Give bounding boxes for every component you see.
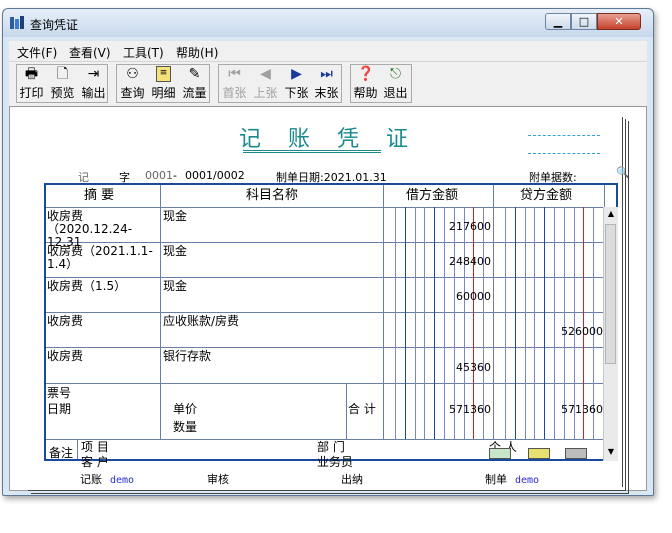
maker-field: 制单 demo	[485, 473, 540, 486]
number-dash: -	[173, 169, 177, 182]
next-icon: ▶	[291, 66, 302, 82]
salesperson-label: 业务员	[317, 455, 354, 469]
dash-line	[528, 135, 600, 136]
row-debit: 60000	[456, 290, 491, 303]
cashier-label: 出纳	[341, 473, 363, 486]
scroll-down-icon[interactable]: ▼	[606, 447, 616, 459]
export-button[interactable]: ⇥ 输出	[79, 65, 108, 100]
last-voucher-button[interactable]: ⏭ 末张	[312, 65, 341, 100]
divider	[346, 383, 347, 439]
ticket-number-label: 票号	[47, 386, 72, 400]
prev-icon: ◀	[260, 66, 271, 82]
header-credit: 贷方金额	[520, 188, 573, 203]
query-voucher-window: 查询凭证 ▁ □ ✕ 文件(F) 查看(V) 工具(T) 帮助(H) 🖶 打印 🗋…	[2, 8, 654, 496]
total-label: 合 计	[348, 402, 376, 416]
row-summary: 收房费	[47, 314, 84, 328]
menu-help[interactable]: 帮助(H)	[176, 44, 218, 61]
exit-button[interactable]: ⎋ 退出	[381, 65, 410, 100]
header-debit: 借方金额	[406, 188, 459, 203]
header-account: 科目名称	[246, 188, 299, 203]
help-icon: ❓	[357, 66, 375, 82]
customer-label: 客 户	[81, 455, 109, 469]
cashflow-icon: ✎	[188, 66, 201, 82]
scroll-thumb[interactable]	[605, 224, 616, 364]
header-summary: 摘 要	[84, 188, 115, 203]
title-underline	[243, 150, 381, 153]
department-label: 部 门	[317, 440, 345, 454]
print-button[interactable]: 🖶 打印	[17, 65, 46, 100]
detail-button[interactable]: ≡ 明细	[149, 65, 178, 100]
minimize-button[interactable]: ▁	[545, 13, 571, 30]
menu-view[interactable]: 查看(V)	[69, 44, 111, 61]
export-icon: ⇥	[87, 66, 100, 82]
app-icon	[10, 16, 24, 29]
query-button[interactable]: ⚇ 查询	[118, 65, 147, 100]
divider	[46, 277, 604, 278]
row-account: 现金	[163, 244, 188, 258]
row-debit: 45360	[456, 361, 491, 374]
title-bar[interactable]: 查询凭证 ▁ □ ✕	[3, 9, 653, 37]
dash-line	[528, 153, 600, 154]
magnifier-icon[interactable]: 🔍	[616, 166, 630, 179]
voucher-title: 记 账 凭 证	[239, 127, 418, 152]
preview-icon: 🗋	[56, 66, 69, 82]
voucher-view: 记 账 凭 证 记 字 0001 - 0001/0002 制单日期:2021.0…	[9, 106, 647, 494]
menu-file[interactable]: 文件(F)	[17, 44, 57, 61]
notes-label: 备注	[49, 446, 74, 460]
project-label: 项 目	[81, 440, 109, 454]
prev-voucher-button[interactable]: ◀ 上张	[251, 65, 280, 100]
cashflow-button[interactable]: ✎ 流量	[180, 65, 209, 100]
next-voucher-button[interactable]: ▶ 下张	[282, 65, 311, 100]
divider	[604, 185, 605, 207]
total-credit: 571360	[561, 403, 603, 416]
window-title: 查询凭证	[30, 18, 79, 32]
voucher-number-prefix: 0001	[145, 169, 173, 182]
help-button[interactable]: ❓ 帮助	[351, 65, 380, 100]
quantity-label: 数量	[173, 420, 198, 434]
detail-icon: ≡	[156, 66, 171, 82]
row-summary: 收房费（2021.1.1-1.4）	[47, 244, 153, 271]
maximize-button[interactable]: □	[571, 13, 597, 30]
toolbar: 🖶 打印 🗋 预览 ⇥ 输出 ⚇ 查询 ≡ 明细 ✎ 流量 ⏮ 首张 ◀ 上张 ▶ 下张 ⏭ 末张 …	[9, 61, 647, 106]
auditor-label: 审核	[207, 473, 229, 486]
binoculars-icon: ⚇	[126, 66, 139, 82]
row-debit: 248400	[449, 255, 491, 268]
divider	[46, 207, 604, 208]
divider	[77, 439, 78, 459]
divider	[46, 312, 604, 313]
row-credit: 526000	[561, 325, 603, 338]
vertical-scrollbar[interactable]: ▲ ▼	[603, 207, 618, 461]
total-debit: 571360	[449, 403, 491, 416]
scroll-up-icon[interactable]: ▲	[606, 209, 616, 221]
last-icon: ⏭	[320, 66, 333, 82]
note-attach-icon[interactable]	[489, 448, 511, 459]
preview-button[interactable]: 🗋 预览	[48, 65, 77, 100]
divider	[46, 347, 604, 348]
note-card-icon[interactable]	[528, 448, 550, 459]
exit-icon: ⎋	[389, 66, 402, 82]
bookkeeper-field: 记账 demo	[80, 473, 135, 486]
row-account: 现金	[163, 279, 188, 293]
row-account: 银行存款	[163, 349, 212, 363]
first-voucher-button[interactable]: ⏮ 首张	[220, 65, 249, 100]
row-summary: 收房费（1.5）	[47, 279, 127, 293]
ticket-date-label: 日期	[47, 402, 72, 416]
unit-price-label: 单价	[173, 402, 198, 416]
row-account: 现金	[163, 209, 188, 223]
row-account: 应收账款/房费	[163, 314, 240, 328]
voucher-number: 0001/0002	[185, 169, 245, 182]
first-icon: ⏮	[228, 66, 241, 82]
divider	[46, 383, 604, 384]
close-button[interactable]: ✕	[597, 13, 641, 30]
row-debit: 217600	[449, 220, 491, 233]
note-tool-icon[interactable]	[565, 448, 587, 459]
printer-icon: 🖶	[24, 66, 39, 82]
background-window-strip	[0, 0, 672, 8]
voucher-table: 摘 要 科目名称 借方金额 贷方金额 收房费（2020.12.24-12.31 …	[44, 183, 618, 469]
menu-bar: 文件(F) 查看(V) 工具(T) 帮助(H)	[9, 41, 647, 61]
row-summary: 收房费	[47, 349, 84, 363]
voucher-paper: 记 账 凭 证 记 字 0001 - 0001/0002 制单日期:2021.0…	[25, 117, 630, 487]
menu-tools[interactable]: 工具(T)	[123, 44, 164, 61]
